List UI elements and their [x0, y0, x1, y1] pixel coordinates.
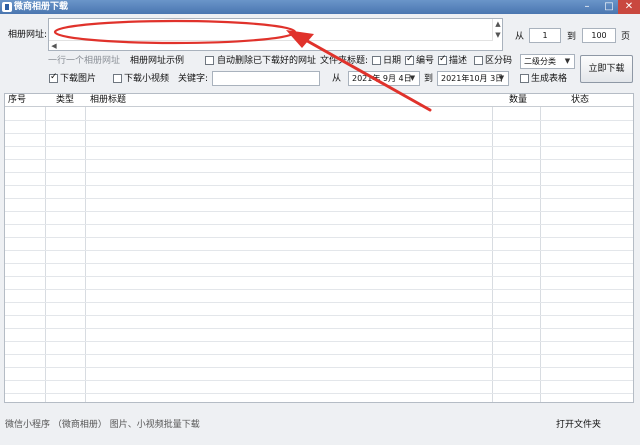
generate-table-label: 生成表格: [531, 74, 568, 84]
footer-text: 微信小程序 （微商相册） 图片、小视频批量下载: [5, 420, 200, 430]
table-row: [5, 328, 633, 329]
table-row: [5, 237, 633, 238]
download-images-label: 下载图片: [60, 74, 97, 84]
table-row: [5, 211, 633, 212]
table-row: [5, 367, 633, 368]
url-hint-text: 一行一个相册网址: [48, 56, 121, 66]
title-bar: 微商相册下载 – □ ✕: [0, 0, 640, 14]
generate-table-checkbox[interactable]: [520, 74, 529, 83]
page-from-label: 从: [515, 32, 525, 42]
date-to-picker[interactable]: 2021年10月 3日 ▼: [437, 71, 509, 86]
table-row: [5, 289, 633, 290]
column-header-count[interactable]: 数量: [506, 94, 527, 107]
table-row: [5, 341, 633, 342]
column-divider: [85, 94, 86, 402]
desc-checkbox-label: 描述: [449, 56, 468, 66]
minimize-button[interactable]: –: [578, 0, 596, 14]
table-row: [5, 302, 633, 303]
table-row: [5, 276, 633, 277]
url-vertical-scrollbar[interactable]: ▲ ▼: [492, 19, 502, 41]
url-label: 相册网址:: [8, 30, 48, 40]
column-divider: [45, 94, 46, 402]
url-example-link[interactable]: 相册网址示例: [130, 55, 184, 67]
table-row: [5, 146, 633, 147]
table-row: [5, 120, 633, 121]
scroll-down-icon[interactable]: ▼: [493, 30, 503, 40]
chevron-down-icon[interactable]: ▼: [562, 56, 573, 67]
table-row: [5, 185, 633, 186]
annotation-arrow: [286, 30, 432, 112]
app-icon: [2, 2, 12, 12]
column-header-index[interactable]: 序号: [5, 94, 26, 107]
table-row: [5, 133, 633, 134]
partition-checkbox[interactable]: [474, 56, 483, 65]
annotation-ellipse: [53, 19, 297, 45]
table-row: [5, 172, 633, 173]
download-images-checkbox[interactable]: [49, 72, 58, 83]
table-row: [5, 263, 633, 264]
scroll-up-icon[interactable]: ▲: [493, 19, 503, 29]
table-row: [5, 250, 633, 251]
category-select[interactable]: 二级分类 ▼: [520, 54, 575, 69]
close-button[interactable]: ✕: [618, 0, 640, 14]
auto-delete-checkbox[interactable]: [205, 56, 214, 65]
column-divider: [540, 94, 541, 402]
table-row: [5, 198, 633, 199]
column-divider: [492, 94, 493, 402]
table-row: [5, 393, 633, 394]
table-row: [5, 354, 633, 355]
download-video-checkbox[interactable]: [113, 74, 122, 83]
chevron-down-icon[interactable]: ▼: [496, 73, 507, 84]
page-to-label: 到: [567, 32, 577, 42]
column-header-type[interactable]: 类型: [53, 94, 74, 107]
page-to-input[interactable]: 100: [582, 28, 616, 43]
table-row: [5, 224, 633, 225]
download-now-button[interactable]: 立即下载: [580, 55, 633, 83]
category-select-value: 二级分类: [524, 57, 556, 66]
maximize-button[interactable]: □: [600, 0, 618, 14]
open-folder-button[interactable]: 打开文件夹: [556, 419, 601, 431]
download-video-label: 下载小视频: [124, 74, 170, 84]
date-to-value: 2021年10月 3日: [441, 74, 504, 83]
table-row: [5, 380, 633, 381]
table-row: [5, 315, 633, 316]
window-title: 微商相册下载: [14, 2, 69, 12]
column-header-title[interactable]: 相册标题: [87, 94, 126, 107]
keyword-label: 关键字:: [178, 74, 209, 84]
table-row: [5, 159, 633, 160]
column-header-status[interactable]: 状态: [568, 94, 589, 107]
page-unit-label: 页: [621, 32, 631, 42]
page-from-input[interactable]: 1: [529, 28, 561, 43]
partition-checkbox-label: 区分码: [485, 56, 513, 66]
album-table[interactable]: 序号 类型 相册标题 数量 状态: [4, 93, 634, 403]
